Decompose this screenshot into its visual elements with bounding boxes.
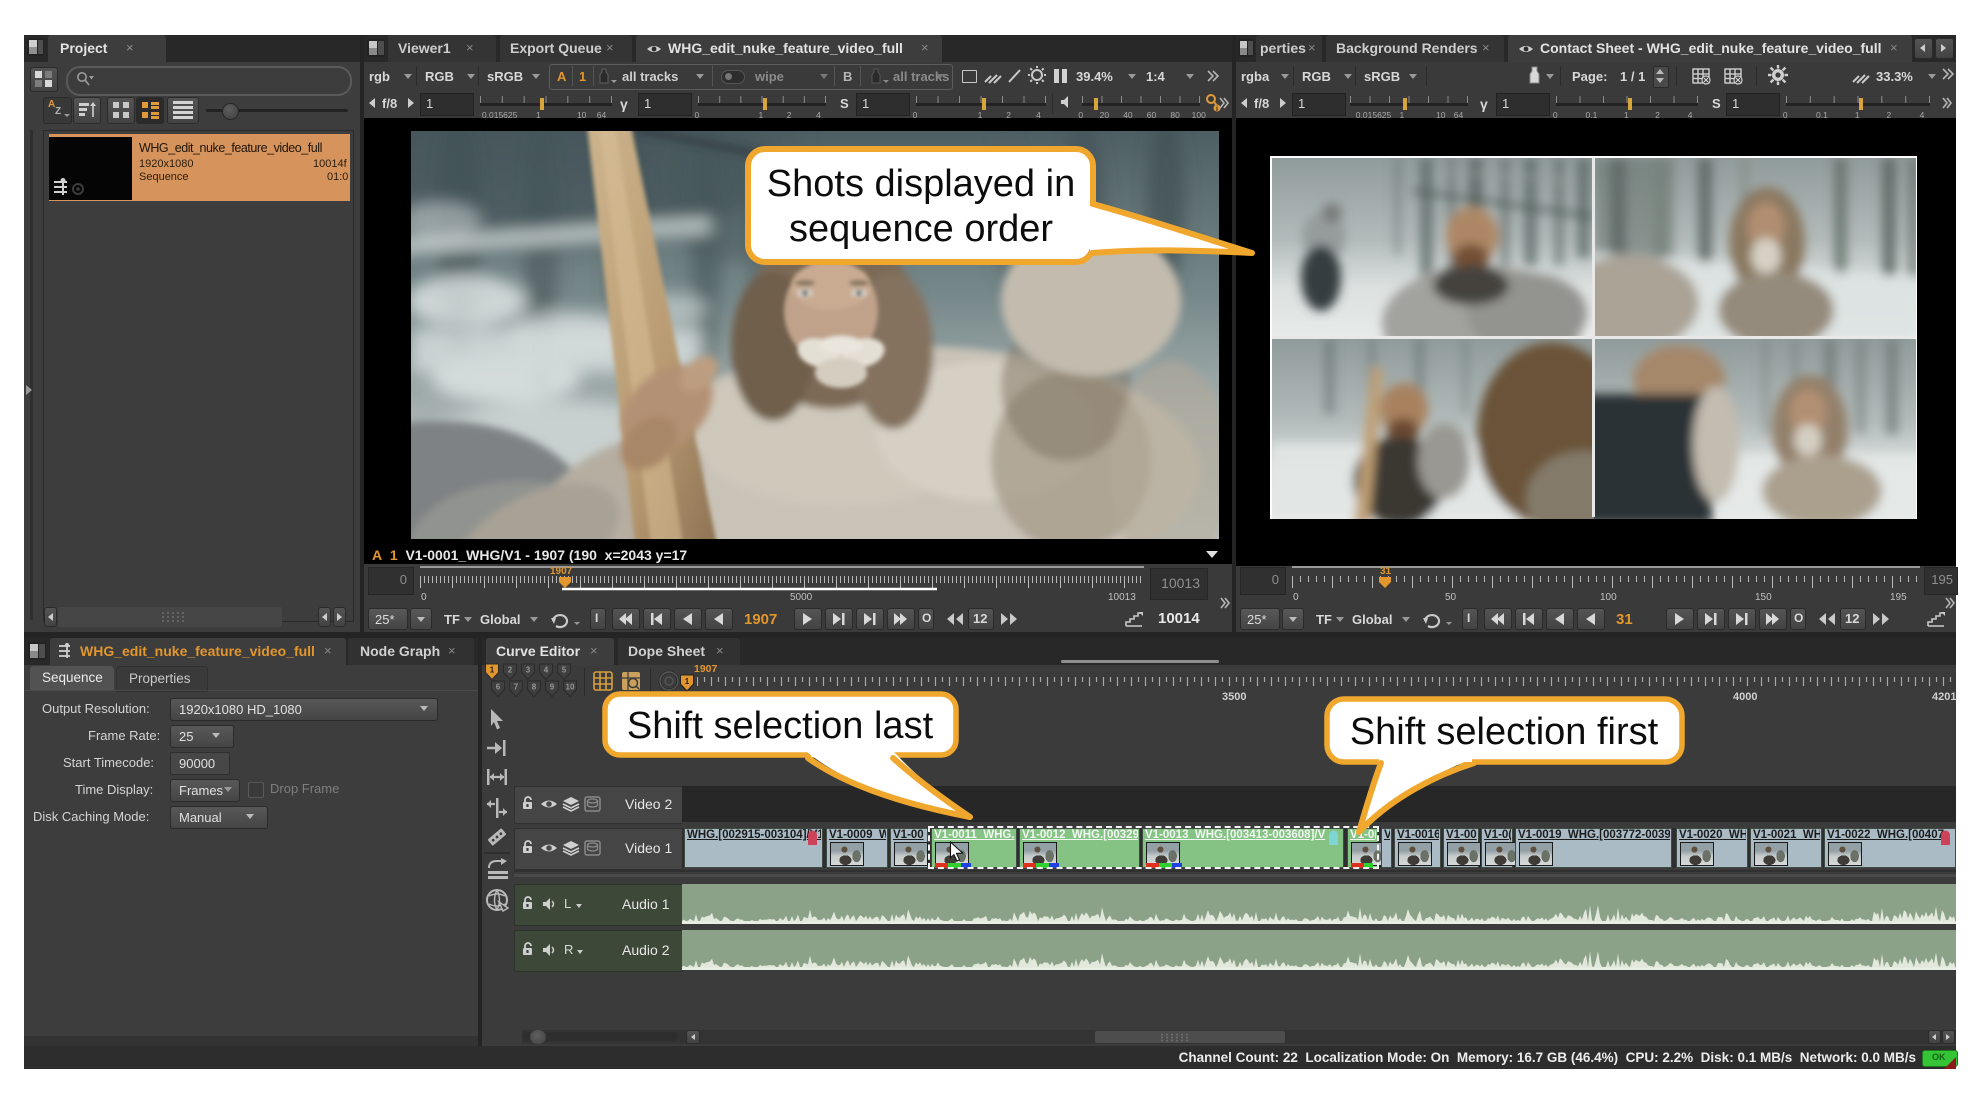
svg-text:3: 3 [526,666,531,675]
svg-text:5: 5 [562,666,567,675]
svg-text:6: 6 [496,683,501,692]
svg-text:8: 8 [532,683,537,692]
svg-text:sequence order: sequence order [789,208,1053,250]
svg-text:Shift selection first: Shift selection first [1350,711,1659,753]
svg-text:7: 7 [514,683,519,692]
svg-text:4: 4 [544,666,549,675]
svg-text:9: 9 [550,683,555,692]
svg-text:Shots displayed in: Shots displayed in [767,163,1075,205]
svg-text:1: 1 [490,666,495,675]
svg-text:2: 2 [508,666,513,675]
svg-text:Shift selection last: Shift selection last [627,705,934,747]
svg-text:10: 10 [566,683,575,692]
